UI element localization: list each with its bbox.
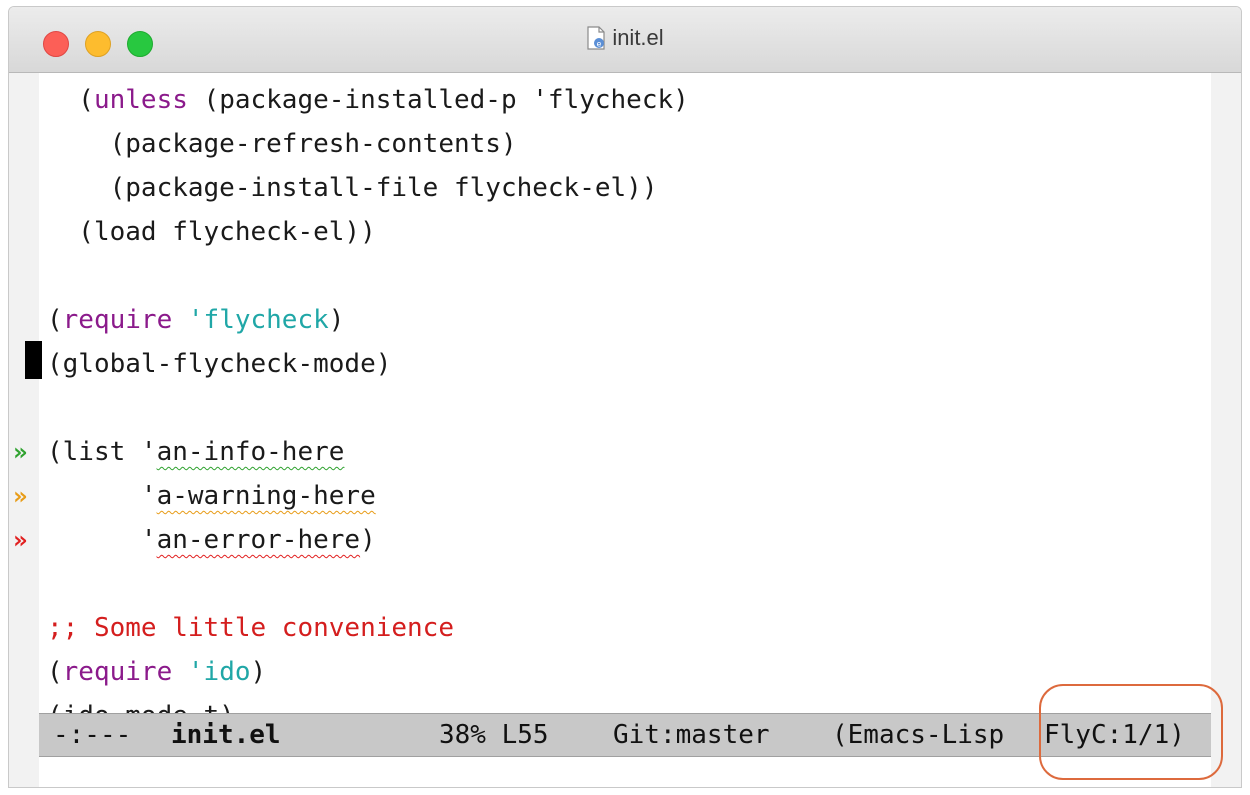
code-token: (	[47, 657, 63, 687]
svg-text:e: e	[597, 40, 602, 49]
code-token-kw: require	[62, 657, 173, 687]
code-token-squig-info: an-info-here	[156, 437, 345, 467]
modeline-flycheck-status[interactable]: FlyC:1/1)	[1044, 714, 1185, 756]
code-line: (require 'flycheck)	[47, 298, 344, 342]
code-token: (package-refresh-contents)	[47, 129, 517, 159]
minibuffer[interactable]	[39, 757, 1211, 787]
code-line: (package-refresh-contents)	[47, 122, 517, 166]
window-title: e init.el	[9, 25, 1241, 56]
code-token: (list '	[47, 437, 157, 467]
text-cursor	[25, 341, 42, 379]
modeline-major-mode[interactable]: (Emacs-Lisp	[832, 714, 1004, 756]
modeline-vc-branch[interactable]: Git:master	[613, 714, 770, 756]
code-line: ;; Some little convenience	[47, 606, 454, 650]
code-token: '	[47, 525, 157, 555]
code-token: )	[360, 525, 376, 555]
code-token: '	[47, 481, 157, 511]
code-token-cmt: ;; Some little convenience	[47, 613, 454, 643]
code-line: (require 'ido)	[47, 650, 266, 694]
code-token-squig-error: an-error-here	[156, 525, 361, 555]
code-token-sym: 'flycheck	[187, 305, 329, 335]
code-token: (package-install-file flycheck-el))	[47, 173, 658, 203]
modeline-position: 38% L55	[439, 720, 549, 750]
code-token: (global-flycheck-mode)	[47, 349, 392, 379]
flycheck-info-marker-icon[interactable]: »	[13, 430, 27, 474]
code-token: )	[250, 657, 267, 687]
flycheck-warning-marker-icon[interactable]: »	[13, 474, 27, 518]
right-fringe	[1211, 73, 1241, 787]
emacs-window: e init.el (unless (package-installed-p '…	[8, 6, 1242, 788]
code-token: (	[47, 305, 63, 335]
code-token: )	[328, 305, 345, 335]
code-token-sym: 'ido	[187, 657, 251, 687]
code-line: 'a-warning-here	[47, 474, 376, 518]
code-token-kw: require	[62, 305, 173, 335]
elisp-file-icon: e	[586, 26, 606, 56]
mode-line: -:--- init.el 38% L55 Git:master (Emacs-…	[39, 713, 1211, 757]
code-token: (package-installed-p 'flycheck)	[187, 85, 689, 115]
code-buffer[interactable]: (unless (package-installed-p 'flycheck) …	[39, 73, 1211, 787]
code-line: (package-install-file flycheck-el))	[47, 166, 658, 210]
code-line: 'an-error-here)	[47, 518, 376, 562]
modeline-buffer-name[interactable]: init.el	[171, 714, 281, 756]
code-token: (	[47, 85, 94, 115]
code-token-kw: unless	[93, 85, 188, 115]
code-token-squig-warn: a-warning-here	[156, 481, 376, 511]
window-title-text: init.el	[612, 25, 664, 50]
code-token: (load flycheck-el))	[47, 217, 376, 247]
code-line: (list 'an-info-here	[47, 430, 344, 474]
modeline-status: -:---	[53, 720, 132, 750]
code-line: (unless (package-installed-p 'flycheck)	[47, 78, 689, 122]
code-line: (global-flycheck-mode)	[47, 342, 391, 386]
flycheck-error-marker-icon[interactable]: »	[13, 518, 27, 562]
title-bar: e init.el	[9, 7, 1241, 73]
code-line: (load flycheck-el))	[47, 210, 376, 254]
